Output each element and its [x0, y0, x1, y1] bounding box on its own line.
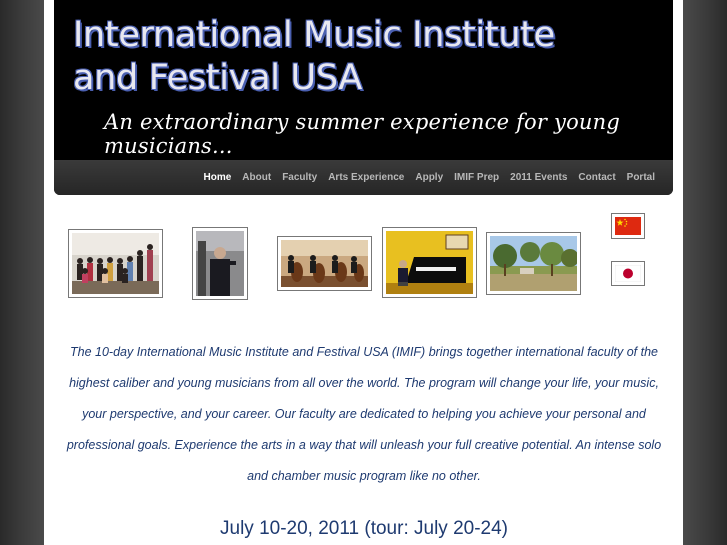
nav-home[interactable]: Home — [204, 172, 232, 183]
pianist-photo-image — [386, 231, 473, 294]
japan-flag-link[interactable] — [611, 261, 645, 286]
nav-arts-experience[interactable]: Arts Experience — [328, 172, 404, 183]
site-title-line-1: International Music Institute — [73, 15, 555, 55]
nav-apply[interactable]: Apply — [415, 172, 443, 183]
site-title: International Music Institute and Festiv… — [73, 14, 663, 100]
page-container: International Music Institute and Festiv… — [44, 0, 683, 545]
photo-speaker[interactable] — [192, 227, 248, 300]
nav-about[interactable]: About — [242, 172, 271, 183]
site-title-line-2: and Festival USA — [73, 58, 363, 98]
intro-paragraph: The 10-day International Music Institute… — [66, 345, 662, 483]
photo-campus-trees[interactable] — [486, 232, 581, 295]
japan-flag-icon — [614, 264, 642, 283]
site-tagline: An extraordinary summer experience for y… — [104, 110, 621, 158]
china-flag-link[interactable] — [611, 213, 645, 239]
nav-contact[interactable]: Contact — [578, 172, 615, 183]
speaker-photo-image — [196, 231, 244, 296]
china-flag-icon — [615, 217, 641, 235]
main-nav: Home About Faculty Arts Experience Apply… — [54, 160, 673, 195]
group-photo-image — [72, 233, 159, 294]
photo-group-students[interactable] — [68, 229, 163, 298]
nav-imif-prep[interactable]: IMIF Prep — [454, 172, 499, 183]
site-header: International Music Institute and Festiv… — [54, 0, 673, 195]
cello-photo-image — [281, 240, 368, 287]
nav-faculty[interactable]: Faculty — [282, 172, 317, 183]
campus-photo-image — [490, 236, 579, 291]
photo-pianist[interactable] — [382, 227, 477, 298]
nav-2011-events[interactable]: 2011 Events — [510, 172, 567, 183]
photo-cello-ensemble[interactable] — [277, 236, 372, 291]
nav-portal[interactable]: Portal — [627, 172, 655, 183]
festival-dates: July 10-20, 2011 (tour: July 20-24) — [220, 518, 508, 539]
